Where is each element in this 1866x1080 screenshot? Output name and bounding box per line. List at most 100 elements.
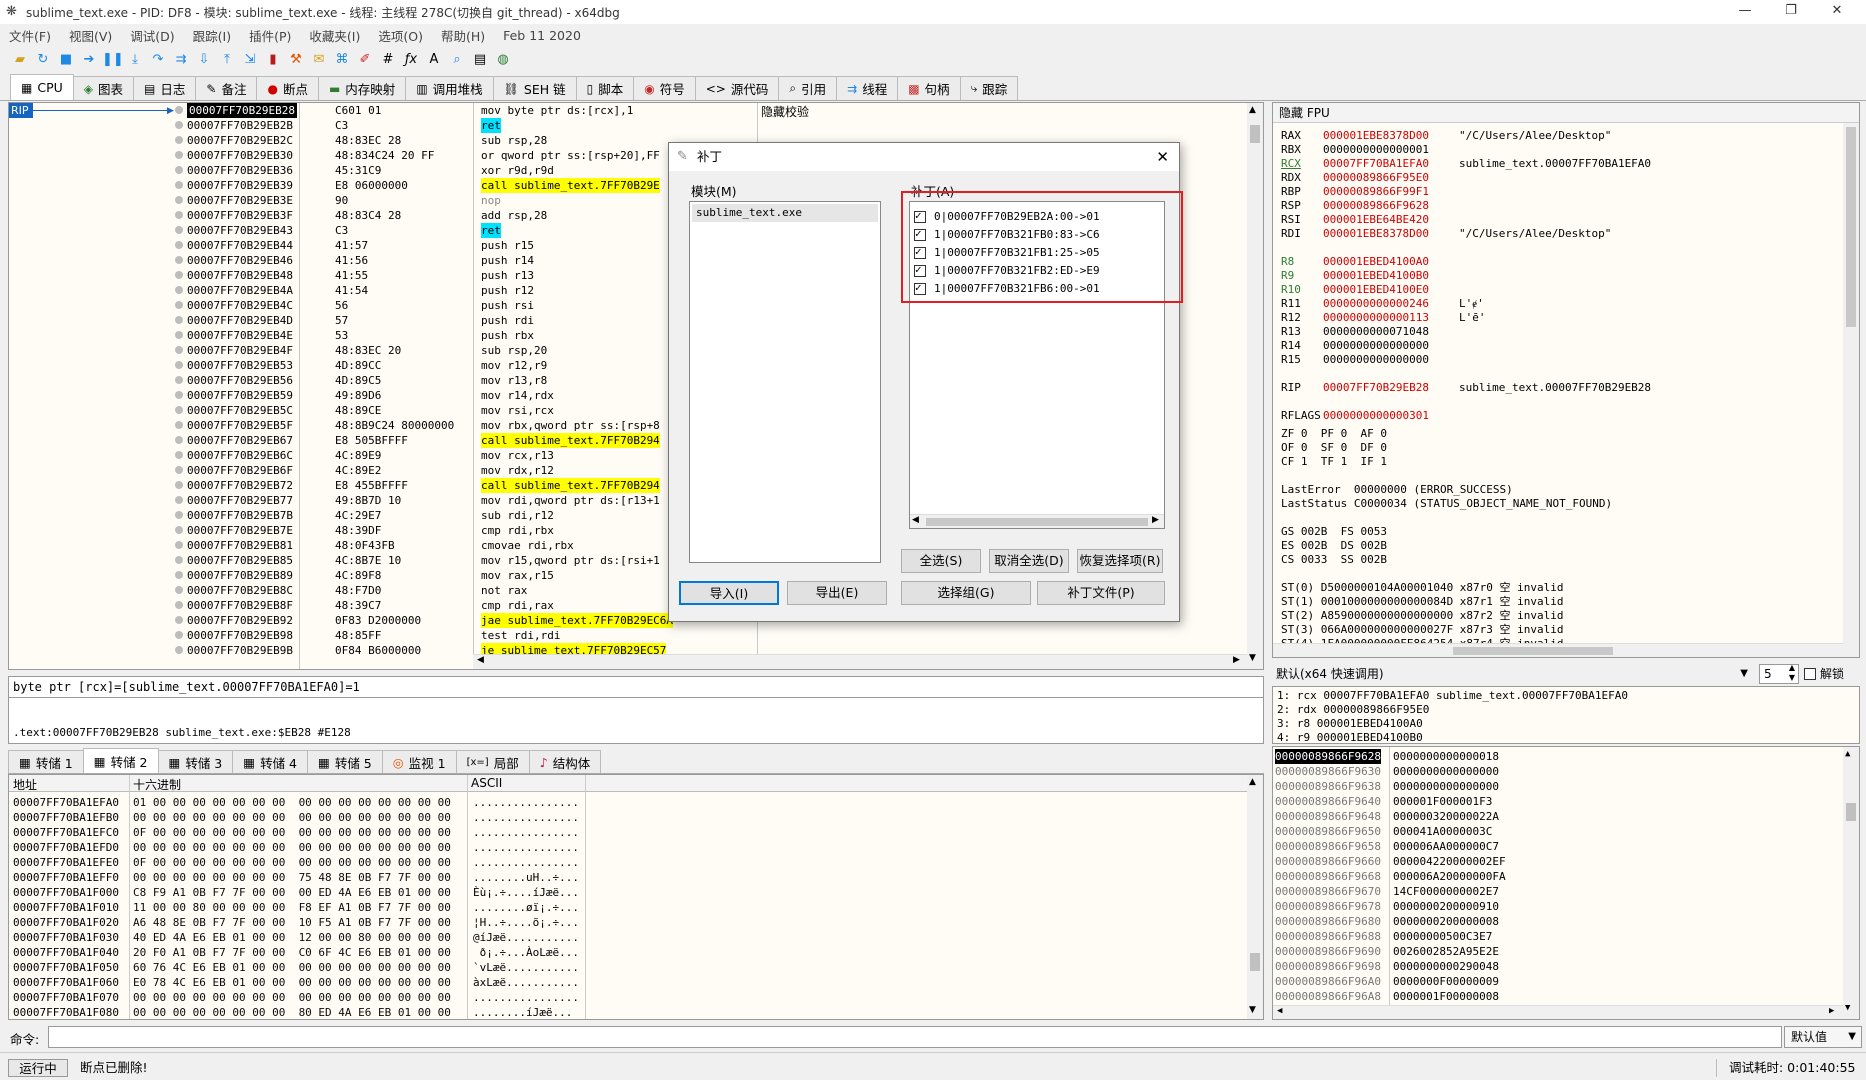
instruction-asm[interactable]: push rsi <box>481 298 534 313</box>
scroll-left-icon[interactable]: ◀ <box>1277 1006 1282 1016</box>
instruction-address[interactable]: 00007FF70B29EB7E <box>187 523 293 538</box>
register-value[interactable]: 00007FF70B29EB28 <box>1323 381 1429 395</box>
scroll-thumb[interactable] <box>1453 647 1613 655</box>
tab-watch-1[interactable]: ◎ 监视 1 <box>381 750 457 773</box>
stack-address[interactable]: 00000089866F9688 <box>1275 929 1381 944</box>
stack-address[interactable]: 00000089866F9650 <box>1275 824 1381 839</box>
breakpoint-dot[interactable] <box>175 151 183 159</box>
breakpoint-dot[interactable] <box>175 391 183 399</box>
tab-dump-3[interactable]: ▦ 转储 3 <box>157 750 234 773</box>
stack-hscroll[interactable]: ◀ ▶ <box>1273 1005 1843 1019</box>
dump-row-address[interactable]: 00007FF70BA1EFA0 <box>13 795 119 810</box>
instruction-asm[interactable]: xor r9d,r9d <box>481 163 554 178</box>
instruction-address[interactable]: 00007FF70B29EB2C <box>187 133 293 148</box>
dump-row-hex[interactable]: 20 F0 A1 0B F7 7F 00 00 C0 6F 4C E6 EB 0… <box>133 945 451 960</box>
dump-row-hex[interactable]: 40 ED 4A E6 EB 01 00 00 12 00 00 80 00 0… <box>133 930 451 945</box>
open-icon[interactable]: ▰ <box>10 50 30 70</box>
breakpoint-dot[interactable] <box>175 646 183 654</box>
instruction-asm[interactable]: push r14 <box>481 253 534 268</box>
scroll-thumb[interactable] <box>926 518 1148 526</box>
scroll-left-icon[interactable]: ◀ <box>477 655 484 665</box>
instruction-address[interactable]: 00007FF70B29EB85 <box>187 553 293 568</box>
breakpoint-dot[interactable] <box>175 631 183 639</box>
stack-value[interactable]: 0000000000000000 <box>1393 779 1499 794</box>
instruction-asm[interactable]: mov r14,rdx <box>481 388 554 403</box>
breakpoint-dot[interactable] <box>175 166 183 174</box>
instruction-address[interactable]: 00007FF70B29EB3F <box>187 208 293 223</box>
register-value[interactable]: 000001EBE8378D00 <box>1323 129 1429 143</box>
command-input[interactable] <box>48 1026 1782 1048</box>
dump-row-ascii[interactable]: Èù¡.÷....íJæë... <box>473 885 579 900</box>
breakpoint-dot[interactable] <box>175 496 183 504</box>
stack-value[interactable]: 000004220000002EF <box>1393 854 1506 869</box>
dump-row-address[interactable]: 00007FF70BA1EFF0 <box>13 870 119 885</box>
step-into-icon[interactable]: ⤓ <box>125 50 145 70</box>
stack-address[interactable]: 00000089866F9680 <box>1275 914 1381 929</box>
stack-value[interactable]: 0026002852A95E2E <box>1393 944 1499 959</box>
dump-row-ascii[interactable]: ........uH..÷... <box>473 870 579 885</box>
dump-row-hex[interactable]: 00 00 00 00 00 00 00 00 80 ED 4A E6 EB 0… <box>133 1005 451 1019</box>
instruction-asm[interactable]: push rbx <box>481 328 534 343</box>
tab-dump-2[interactable]: ▦ 转储 2 <box>82 748 159 773</box>
stack-value[interactable]: 000006A20000000FA <box>1393 869 1506 884</box>
tab-dump-5[interactable]: ▦ 转储 5 <box>307 750 383 773</box>
instruction-address[interactable]: 00007FF70B29EB59 <box>187 388 293 403</box>
instruction-asm[interactable]: mov r15,qword ptr ds:[rsi+1 <box>481 553 660 568</box>
dump-row-address[interactable]: 00007FF70BA1F010 <box>13 900 119 915</box>
breakpoint-dot[interactable] <box>175 271 183 279</box>
stack-address[interactable]: 00000089866F9668 <box>1275 869 1381 884</box>
register-value[interactable]: 000001EBE64BE420 <box>1323 213 1429 227</box>
stack-value[interactable]: 000001F000001F3 <box>1393 794 1492 809</box>
instruction-address[interactable]: 00007FF70B29EB7B <box>187 508 293 523</box>
scroll-right-icon[interactable]: ▶ <box>1829 1006 1834 1016</box>
stack-view[interactable]: 00000089866F9628 0000000000000018 00000089… <box>1272 746 1860 1020</box>
dump-row-address[interactable]: 00007FF70BA1EFC0 <box>13 825 119 840</box>
breakpoint-dot[interactable] <box>175 346 183 354</box>
instruction-address[interactable]: 00007FF70B29EB4C <box>187 298 293 313</box>
dump-row-hex[interactable]: 01 00 00 00 00 00 00 00 00 00 00 00 00 0… <box>133 795 451 810</box>
stack-vscroll[interactable]: ▲ ▼ <box>1843 747 1859 1019</box>
tab-graph[interactable]: ◈ 图表 <box>72 76 135 100</box>
instruction-asm[interactable]: mov rbx,qword ptr ss:[rsp+8 <box>481 418 660 433</box>
instruction-asm[interactable]: call sublime_text.7FF70B294 <box>481 433 660 448</box>
scroll-up-icon[interactable]: ▲ <box>1845 749 1850 759</box>
register-value[interactable]: 000001EBED4100A0 <box>1323 255 1429 269</box>
instruction-address[interactable]: 00007FF70B29EB46 <box>187 253 293 268</box>
dump-row-address[interactable]: 00007FF70BA1F050 <box>13 960 119 975</box>
dump-row-ascii[interactable]: ................ <box>473 990 579 1005</box>
menu-favourites[interactable]: 收藏夹(I) <box>300 26 369 45</box>
dump-row-hex[interactable]: E0 78 4C E6 EB 01 00 00 00 00 00 00 00 0… <box>133 975 451 990</box>
dump-row-ascii[interactable]: ................ <box>473 825 579 840</box>
dump-row-address[interactable]: 00007FF70BA1EFE0 <box>13 855 119 870</box>
dump-row-hex[interactable]: 00 00 00 00 00 00 00 00 00 00 00 00 00 0… <box>133 990 451 1005</box>
dump-row-hex[interactable]: 0F 00 00 00 00 00 00 00 00 00 00 00 00 0… <box>133 855 451 870</box>
tab-memory-map[interactable]: ▬ 内存映射 <box>317 76 407 100</box>
tab-dump-4[interactable]: ▦ 转储 4 <box>232 750 308 773</box>
flags-line[interactable]: CF 1 TF 1 IF 1 <box>1281 455 1387 469</box>
stack-value[interactable]: 00000000500C3E7 <box>1393 929 1492 944</box>
tab-locals[interactable]: [x=] 局部 <box>455 750 530 773</box>
register-value[interactable]: 0000000000000246 <box>1323 297 1429 311</box>
dump-row-address[interactable]: 00007FF70BA1F000 <box>13 885 119 900</box>
stack-address[interactable]: 00000089866F9670 <box>1275 884 1381 899</box>
dump-row-ascii[interactable]: àxLæë........... <box>473 975 579 990</box>
tab-threads[interactable]: ⇉ 线程 <box>836 76 899 100</box>
segment-line[interactable]: GS 002B FS 0053 <box>1281 525 1387 539</box>
tab-references[interactable]: ⌕ 引用 <box>778 76 838 100</box>
stack-address[interactable]: 00000089866F9658 <box>1275 839 1381 854</box>
fpu-register-line[interactable]: ST(0) D5000000104A00001040 x87r0 空 inval… <box>1281 581 1564 595</box>
tab-symbols[interactable]: ◉ 符号 <box>633 76 696 100</box>
deselect-all-button[interactable]: 取消全选(D) <box>989 549 1069 573</box>
tab-source[interactable]: <> 源代码 <box>694 76 780 100</box>
menu-help[interactable]: 帮助(H) <box>432 26 494 45</box>
restart-icon[interactable]: ↻ <box>33 50 53 70</box>
tab-script[interactable]: ▯ 脚本 <box>575 76 635 100</box>
dump-row-ascii[interactable]: ................ <box>473 840 579 855</box>
scroll-thumb[interactable] <box>1250 125 1260 143</box>
instruction-asm[interactable]: push r15 <box>481 238 534 253</box>
breakpoint-dot[interactable] <box>175 136 183 144</box>
instruction-address[interactable]: 00007FF70B29EB9B <box>187 643 293 658</box>
instruction-asm[interactable]: add rsp,28 <box>481 208 547 223</box>
instruction-address[interactable]: 00007FF70B29EB28 <box>187 103 297 118</box>
instruction-address[interactable]: 00007FF70B29EB81 <box>187 538 293 553</box>
